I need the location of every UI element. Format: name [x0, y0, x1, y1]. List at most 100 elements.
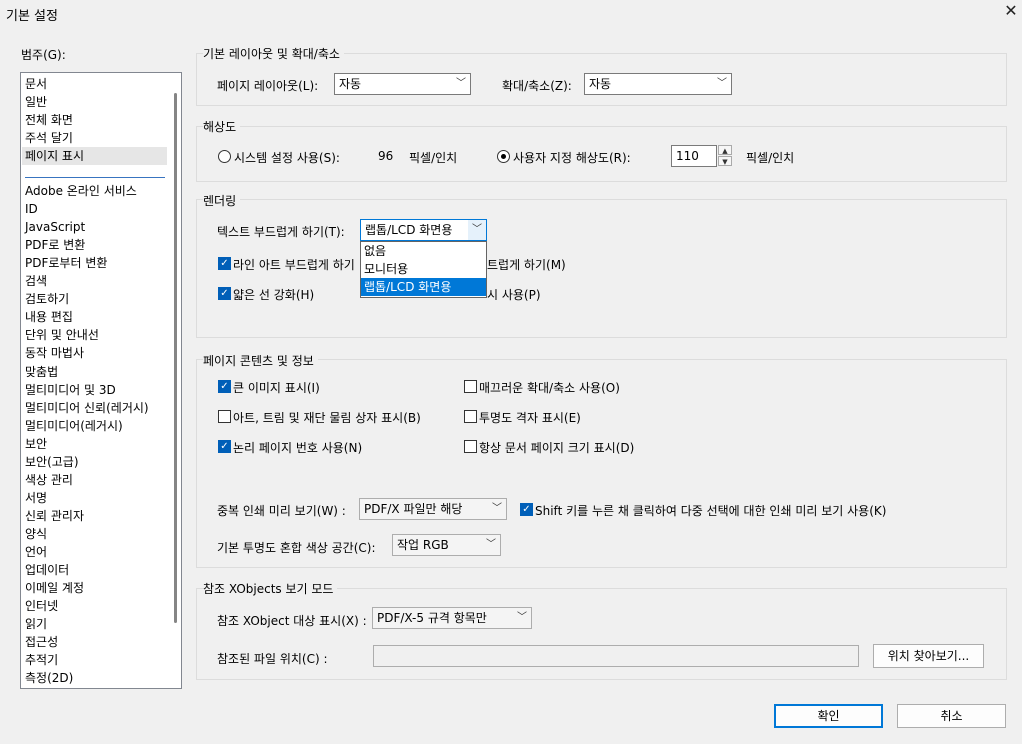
category-item[interactable]: 전체 화면	[25, 111, 73, 129]
doc-page-size-checkbox[interactable]	[464, 440, 477, 453]
chevron-down-icon: ﹀	[456, 78, 466, 89]
category-item[interactable]: 색상 관리	[25, 471, 73, 489]
custom-resolution-radio[interactable]	[497, 150, 510, 163]
category-item[interactable]: 문서	[25, 75, 47, 93]
category-item[interactable]: PDF로부터 변환	[25, 254, 107, 272]
browse-location-button[interactable]: 위치 찾아보기...	[873, 644, 984, 668]
category-item[interactable]: ID	[25, 200, 38, 218]
page-layout-select[interactable]: 자동 ﹀	[334, 73, 471, 95]
category-item[interactable]: 페이지 표시	[22, 147, 167, 165]
overprint-label: 중복 인쇄 미리 보기(W) :	[217, 504, 346, 518]
large-images-label: 큰 이미지 표시(I)	[233, 381, 320, 395]
dropdown-option-monitor[interactable]: 모니터용	[361, 260, 486, 278]
smooth-lineart-label: 라인 아트 부드럽게 하기	[233, 258, 355, 272]
category-scrollbar[interactable]	[171, 73, 181, 688]
zoom-value: 자동	[589, 77, 612, 91]
category-item[interactable]: 멀티미디어 및 3D	[25, 381, 116, 399]
spin-down-icon[interactable]: ▼	[718, 156, 732, 166]
smooth-text-select[interactable]: 랩톱/LCD 화면용 ﹀	[360, 219, 487, 241]
category-item[interactable]: 접근성	[25, 633, 58, 651]
category-item[interactable]: 이메일 계정	[25, 579, 84, 597]
system-resolution-radio[interactable]	[218, 150, 231, 163]
logical-page-label: 논리 페이지 번호 사용(N)	[233, 441, 363, 455]
rendering-group-title: 렌더링	[203, 192, 241, 209]
category-item[interactable]: 동작 마법사	[25, 344, 84, 362]
custom-resolution-unit: 픽셀/인치	[746, 151, 795, 165]
category-item[interactable]: 단위 및 안내선	[25, 326, 99, 344]
large-images-checkbox[interactable]: ✓	[218, 380, 231, 393]
resolution-spinner[interactable]: ▲ ▼	[718, 145, 732, 167]
art-trim-label: 아트, 트림 및 재단 물림 상자 표시(B)	[233, 411, 421, 425]
window-title: 기본 설정	[6, 9, 58, 24]
category-item[interactable]: 멀티미디어(레거시)	[25, 417, 123, 435]
thin-lines-checkbox[interactable]: ✓	[218, 287, 231, 300]
smooth-zoom-checkbox[interactable]	[464, 380, 477, 393]
overprint-select[interactable]: PDF/X 파일만 해당 ﹀	[359, 498, 507, 520]
dropdown-option-none[interactable]: 없음	[361, 242, 486, 260]
category-item[interactable]: 일반	[25, 93, 47, 111]
category-item[interactable]: 검색	[25, 272, 47, 290]
smooth-text-dropdown[interactable]: 없음 모니터용 랩톱/LCD 화면용	[360, 241, 487, 298]
category-item[interactable]: 언어	[25, 543, 47, 561]
category-item[interactable]: 보안	[25, 435, 47, 453]
xobject-target-label: 참조 XObject 대상 표시(X) :	[217, 614, 367, 628]
system-resolution-value: 96	[378, 149, 394, 163]
zoom-label: 확대/축소(Z):	[502, 79, 572, 93]
category-item[interactable]: PDF로 변환	[25, 236, 85, 254]
category-item[interactable]: 멀티미디어 신뢰(레거시)	[25, 399, 149, 417]
smooth-lineart-checkbox[interactable]: ✓	[218, 257, 231, 270]
category-label: 범주(G):	[21, 48, 66, 62]
xobject-target-select[interactable]: PDF/X-5 규격 항목만 ﹀	[372, 607, 532, 629]
category-item[interactable]: 검토하기	[25, 290, 69, 308]
category-item[interactable]: Adobe 온라인 서비스	[25, 182, 137, 200]
system-resolution-unit: 픽셀/인치	[409, 151, 458, 165]
category-item[interactable]: 인터넷	[25, 597, 58, 615]
category-item[interactable]: 내용 편집	[25, 308, 73, 326]
category-item[interactable]: 읽기	[25, 615, 47, 633]
chevron-down-icon: ﹀	[486, 539, 496, 550]
layout-group-title: 기본 레이아웃 및 확대/축소	[203, 45, 344, 62]
chevron-down-icon: ﹀	[468, 220, 486, 240]
custom-resolution-input[interactable]: 110	[671, 145, 717, 167]
category-item[interactable]: 주석 달기	[25, 129, 73, 147]
dropdown-option-laptop[interactable]: 랩톱/LCD 화면용	[361, 278, 486, 296]
page-layout-value: 자동	[339, 77, 362, 91]
zoom-select[interactable]: 자동 ﹀	[584, 73, 732, 95]
category-item[interactable]: 업데이터	[25, 561, 69, 579]
overprint-value: PDF/X 파일만 해당	[364, 502, 463, 516]
smooth-text-value: 랩톱/LCD 화면용	[365, 223, 453, 237]
thin-lines-label: 얇은 선 강화(H)	[233, 288, 315, 302]
category-item[interactable]: 서명	[25, 489, 47, 507]
shift-click-label: Shift 키를 누른 채 클릭하여 다중 선택에 대한 인쇄 미리 보기 사용…	[535, 504, 887, 518]
xobject-target-value: PDF/X-5 규격 항목만	[377, 611, 487, 625]
ok-button[interactable]: 확인	[774, 704, 883, 728]
logical-page-checkbox[interactable]: ✓	[218, 440, 231, 453]
art-trim-checkbox[interactable]	[218, 410, 231, 423]
smooth-zoom-label: 매끄러운 확대/축소 사용(O)	[479, 381, 620, 395]
category-item[interactable]: 보안(고급)	[25, 453, 79, 471]
file-location-field[interactable]	[373, 645, 859, 667]
close-icon[interactable]: ✕	[1002, 2, 1020, 20]
transparency-grid-checkbox[interactable]	[464, 410, 477, 423]
blend-space-value: 작업 RGB	[397, 538, 449, 552]
xobjects-group-title: 참조 XObjects 보기 모드	[203, 580, 338, 597]
chevron-down-icon: ﹀	[517, 612, 527, 623]
scrollbar-thumb[interactable]	[174, 93, 177, 623]
category-item[interactable]: 양식	[25, 525, 47, 543]
page-layout-label: 페이지 레이아웃(L):	[217, 79, 319, 93]
category-item[interactable]: JavaScript	[25, 218, 85, 236]
category-separator	[25, 177, 165, 178]
spin-up-icon[interactable]: ▲	[718, 145, 732, 155]
category-item[interactable]: 신뢰 관리자	[25, 507, 84, 525]
category-item[interactable]: 맞춤법	[25, 363, 58, 381]
blend-space-select[interactable]: 작업 RGB ﹀	[392, 534, 501, 556]
doc-page-size-label: 항상 문서 페이지 크기 표시(D)	[479, 441, 635, 455]
blend-space-label: 기본 투명도 혼합 색상 공간(C):	[217, 541, 376, 555]
cancel-button[interactable]: 취소	[897, 704, 1006, 728]
content-group-title: 페이지 콘텐츠 및 정보	[203, 352, 318, 369]
category-list[interactable]: 문서 일반 전체 화면 주석 달기 페이지 표시 Adobe 온라인 서비스 ID Java…	[20, 72, 182, 689]
category-item[interactable]: 측정(2D)	[25, 669, 73, 687]
category-item[interactable]: 추적기	[25, 651, 58, 669]
shift-click-checkbox[interactable]: ✓	[520, 503, 533, 516]
system-resolution-label: 시스템 설정 사용(S):	[234, 151, 340, 165]
